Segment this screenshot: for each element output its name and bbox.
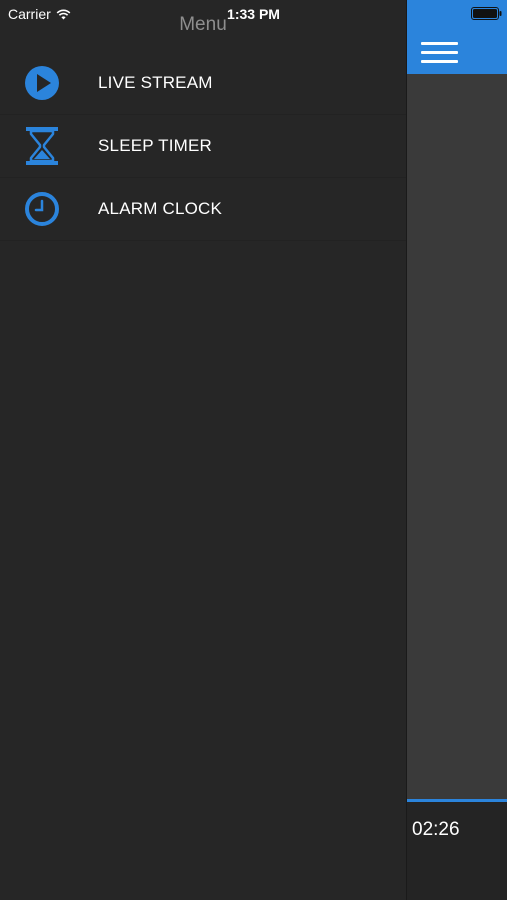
side-menu: Menu LIVE STREAM SLEEP TIMER ALARM CLOCK	[0, 0, 406, 900]
menu-item-sleep-timer[interactable]: SLEEP TIMER	[0, 115, 406, 178]
play-circle-icon	[0, 52, 84, 115]
wifi-icon	[56, 9, 71, 19]
menu-item-alarm-clock[interactable]: ALARM CLOCK	[0, 178, 406, 241]
carrier-label: Carrier	[8, 6, 51, 22]
menu-item-label: SLEEP TIMER	[98, 136, 213, 155]
nav-bar	[407, 0, 507, 74]
status-carrier: Carrier	[8, 4, 71, 24]
hourglass-icon	[0, 115, 84, 178]
menu-list: LIVE STREAM SLEEP TIMER ALARM CLOCK	[0, 52, 406, 241]
clock-icon	[0, 178, 84, 241]
hamburger-menu-button[interactable]	[419, 38, 461, 66]
battery-icon	[471, 7, 502, 20]
main-panel: 02:26	[406, 0, 507, 900]
content-area	[407, 74, 507, 801]
player-bar: 02:26	[407, 802, 507, 900]
menu-item-live-stream[interactable]: LIVE STREAM	[0, 52, 406, 115]
menu-item-label: ALARM CLOCK	[98, 199, 223, 218]
app-screen: Menu LIVE STREAM SLEEP TIMER ALARM CLOCK…	[0, 0, 507, 900]
elapsed-time: 02:26	[412, 819, 460, 840]
menu-item-label: LIVE STREAM	[98, 73, 213, 92]
